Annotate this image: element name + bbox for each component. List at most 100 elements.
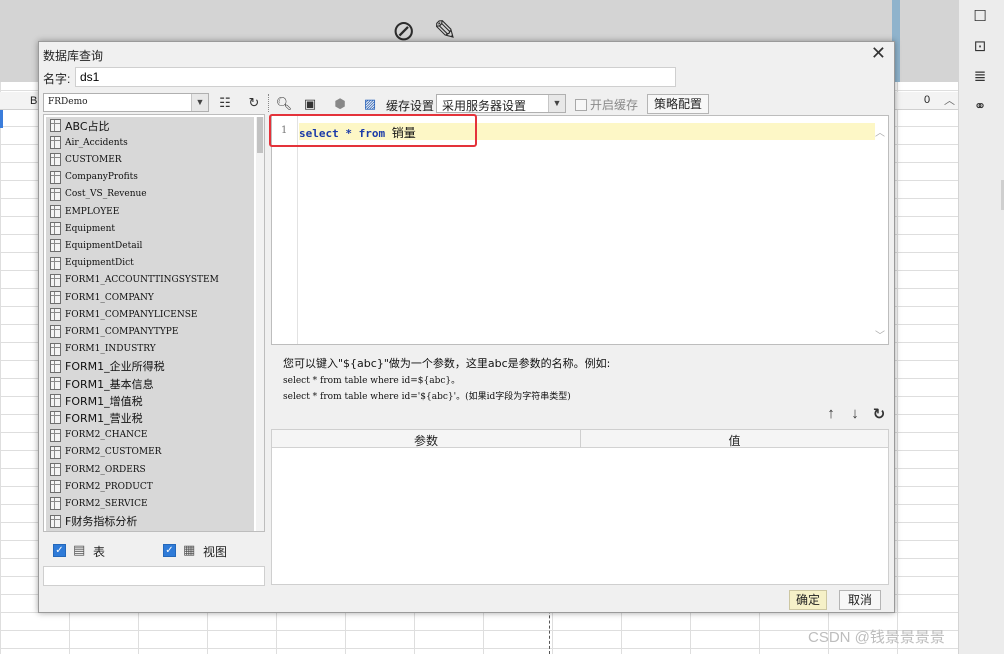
move-up-icon[interactable]: ↑	[823, 405, 839, 422]
scroll-up-icon[interactable]: ︿	[875, 124, 885, 139]
table-tree-item-label: FORM1_营业税	[65, 411, 143, 425]
table-search-input[interactable]	[43, 566, 265, 586]
watermark: CSDN @钱景景景景	[808, 629, 945, 646]
table-tree-item[interactable]: FORM2_SERVICE	[50, 495, 148, 512]
hint-line-2: select * from table where id=${abc}。	[283, 376, 461, 386]
table-icon	[50, 342, 61, 356]
table-tree-item[interactable]: FORM2_CUSTOMER	[50, 444, 161, 461]
table-icon	[50, 273, 61, 287]
table-tree-item-label: FORM1_INDUSTRY	[65, 344, 156, 355]
connection-selected: FRDemo	[48, 97, 88, 107]
scroll-down-icon[interactable]: ﹀	[875, 327, 885, 342]
table-tree-item[interactable]: FORM2_ORDERS	[50, 461, 146, 478]
cancel-button[interactable]: 取消	[839, 590, 881, 610]
table-tree-item[interactable]: FORM2_PRODUCT	[50, 478, 153, 495]
edit-sql-icon[interactable]: ☷	[215, 94, 235, 112]
list-icon[interactable]: ≣	[971, 68, 989, 86]
parameter-table[interactable]: 参数 值	[271, 429, 889, 585]
move-down-icon[interactable]: ↓	[847, 405, 863, 422]
table-tree-item[interactable]: Cost_VS_Revenue	[50, 186, 147, 203]
table-icon	[50, 359, 61, 373]
table-tree-item[interactable]: EMPLOYEE	[50, 203, 119, 220]
table-tree-item[interactable]: FORM1_COMPANYLICENSE	[50, 306, 197, 323]
table-tree-item[interactable]: FORM1_基本信息	[50, 375, 154, 392]
widget-icon[interactable]: ⊡	[971, 38, 989, 56]
table-icon	[50, 187, 61, 201]
scroll-up-icon[interactable]: ︿	[944, 92, 955, 108]
enable-cache-label: 开启缓存	[590, 98, 639, 112]
table-icon	[50, 308, 61, 322]
table-checkbox[interactable]: ✓	[53, 544, 66, 557]
table-tree-item[interactable]: FORM2_CHANCE	[50, 427, 147, 444]
chevron-down-icon[interactable]: ▼	[191, 94, 208, 111]
table-tree-item[interactable]: CUSTOMER	[50, 151, 122, 168]
table-tree-item[interactable]: FORM1_ACCOUNTTINGSYSTEM	[50, 272, 219, 289]
editor-scrollbar[interactable]: ︿ ﹀	[875, 124, 887, 342]
table-tree-item-label: F财务指标分析	[65, 515, 138, 529]
table-icon	[50, 136, 61, 150]
table-icon	[50, 514, 61, 528]
table-icon	[50, 205, 61, 218]
cache-mode-select[interactable]: 采用服务器设置 ▼	[436, 94, 566, 113]
preview-icon[interactable]: 🔍︎	[275, 95, 293, 113]
table-tree-item-label: FORM2_PRODUCT	[65, 481, 153, 492]
table-icon	[50, 222, 61, 236]
strategy-config-button[interactable]: 策略配置	[647, 94, 709, 114]
table-icon	[50, 428, 61, 442]
table-tree-item[interactable]: FORM1_COMPANY	[50, 289, 154, 306]
table-tree-item[interactable]: FORM1_企业所得税	[50, 358, 165, 375]
tree-scroll-thumb[interactable]	[257, 117, 263, 153]
view-filter-label: 视图	[203, 545, 228, 559]
table-icon	[50, 239, 61, 253]
save-icon[interactable]: ▣	[301, 95, 319, 113]
ok-button[interactable]: 确定	[789, 590, 827, 610]
table-tree-item-label: FORM1_COMPANYTYPE	[65, 326, 179, 337]
table-tree-item-label: ABC占比	[65, 119, 110, 133]
connection-select[interactable]: FRDemo ▼	[43, 93, 209, 112]
table-tree-item[interactable]: FORM1_增值税	[50, 392, 143, 409]
table-tree-item-label: EquipmentDetail	[65, 240, 143, 251]
square-icon[interactable]: ☐	[971, 8, 989, 26]
table-tree-item-label: CUSTOMER	[65, 154, 122, 165]
refresh-icon[interactable]: ↻	[244, 94, 264, 112]
annotation-highlight-box	[269, 114, 477, 147]
link-icon[interactable]: ⚭	[971, 98, 989, 116]
tree-scrollbar[interactable]	[256, 117, 264, 531]
table-tree-item[interactable]: Air_Accidents	[50, 134, 128, 151]
table-tree[interactable]: ABC占比 Air_Accidents CUSTOMER CompanyProfits…	[43, 114, 265, 532]
table-icon	[50, 480, 61, 494]
table-tree-item[interactable]: Equipment	[50, 220, 115, 237]
table-tree-item[interactable]: FORM1_营业税	[50, 409, 143, 426]
table-tree-list: ABC占比 Air_Accidents CUSTOMER CompanyProfits…	[46, 117, 254, 531]
table-tree-item[interactable]: CompanyProfits	[50, 169, 138, 186]
table-tree-item[interactable]: FORM1_COMPANYTYPE	[50, 323, 178, 340]
table-tree-item[interactable]: EquipmentDetail	[50, 237, 142, 254]
refresh-params-icon[interactable]: ↻	[871, 405, 887, 423]
table-tree-item[interactable]: F财务指标分析	[50, 513, 137, 530]
stop-icon: ⬢	[334, 96, 346, 111]
table-icon	[50, 497, 61, 511]
sql-editor[interactable]: 1 select * from 销量 ︿ ﹀	[271, 115, 889, 345]
table-icon	[50, 411, 61, 425]
cache-icon[interactable]: ▨	[361, 95, 379, 113]
close-icon[interactable]: ✕	[871, 43, 886, 64]
hint-line-1: 您可以键入"${abc}"做为一个参数，这里abc是参数的名称。例如:	[283, 357, 611, 370]
table-tree-item-label: FORM2_CHANCE	[65, 430, 148, 441]
chevron-down-icon[interactable]: ▼	[548, 95, 565, 112]
table-tree-item-label: FORM1_ACCOUNTTINGSYSTEM	[65, 275, 219, 286]
dataset-name-input[interactable]	[75, 67, 676, 87]
enable-cache-box	[575, 98, 587, 111]
table-tree-item[interactable]: ABC占比	[50, 117, 110, 134]
enable-cache-checkbox: 开启缓存	[575, 96, 638, 113]
table-icon	[50, 394, 61, 408]
table-tree-item[interactable]: EquipmentDict	[50, 255, 134, 272]
view-checkbox[interactable]: ✓	[163, 544, 176, 557]
right-side-panel: ☐ ⊡ ≣ ⚭	[958, 0, 1004, 654]
table-tree-item-label: FORM1_增值税	[65, 394, 143, 408]
table-filter-label: 表	[93, 545, 106, 559]
table-icon	[50, 256, 61, 270]
table-tree-item[interactable]: FORM1_INDUSTRY	[50, 341, 156, 358]
table-tree-item-label: FORM1_企业所得税	[65, 360, 165, 374]
toolbar-separator	[268, 94, 271, 112]
cache-mode-value: 采用服务器设置	[442, 99, 527, 113]
